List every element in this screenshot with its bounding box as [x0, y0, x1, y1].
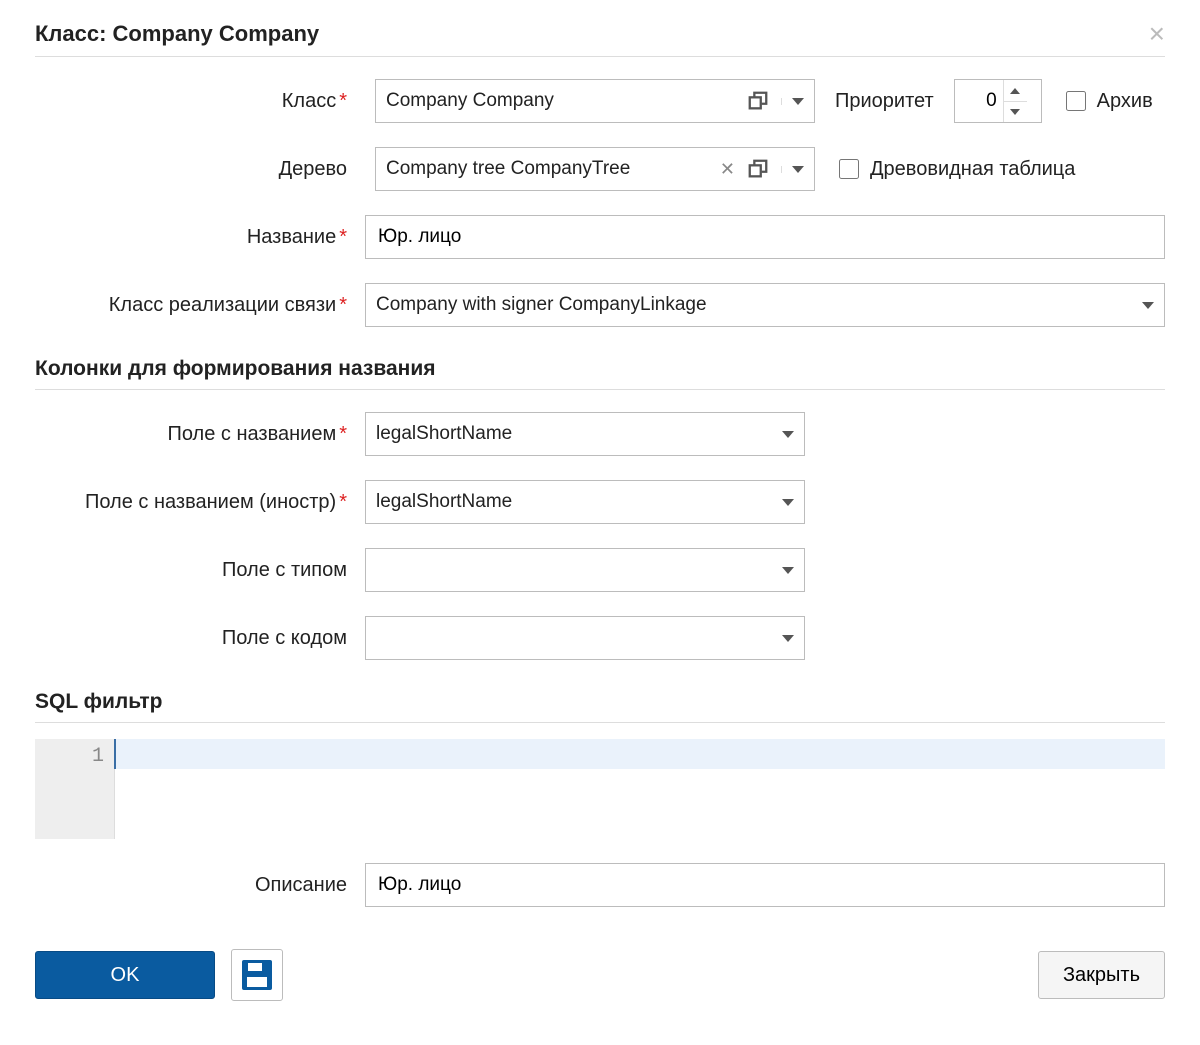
- tree-table-checkbox[interactable]: Древовидная таблица: [835, 156, 1075, 182]
- tree-combo[interactable]: Company tree CompanyTree ✕: [375, 147, 815, 191]
- name-field-foreign-value: legalShortName: [376, 491, 760, 513]
- chevron-down-icon[interactable]: [1132, 302, 1154, 309]
- code-field-label: Поле с кодом: [35, 627, 355, 650]
- archive-checkbox[interactable]: Архив: [1062, 88, 1153, 114]
- name-input-wrap[interactable]: [365, 215, 1165, 259]
- archive-label: Архив: [1097, 90, 1153, 113]
- editor-gutter: 1: [35, 739, 115, 839]
- section-name-columns: Колонки для формирования названия: [35, 333, 1165, 390]
- chevron-down-icon[interactable]: [781, 166, 804, 173]
- spinner-down-icon[interactable]: [1004, 101, 1027, 122]
- chevron-down-icon[interactable]: [781, 98, 804, 105]
- code-field-combo[interactable]: [365, 616, 805, 660]
- section-sql-filter: SQL фильтр: [35, 666, 1165, 723]
- description-input-wrap[interactable]: [365, 863, 1165, 907]
- description-input[interactable]: [376, 873, 1154, 897]
- popup-icon[interactable]: [747, 158, 769, 180]
- tree-label: Дерево: [35, 158, 355, 181]
- popup-icon[interactable]: [747, 90, 769, 112]
- tree-value: Company tree CompanyTree: [386, 158, 708, 180]
- type-field-combo[interactable]: [365, 548, 805, 592]
- name-field-label: Поле с названием*: [35, 423, 355, 446]
- name-field-foreign-label: Поле с названием (иностр)*: [35, 491, 355, 514]
- type-field-label: Поле с типом: [35, 559, 355, 582]
- chevron-down-icon[interactable]: [772, 499, 794, 506]
- save-button[interactable]: [231, 949, 283, 1001]
- dialog-title: Класс: Company Company: [35, 21, 319, 47]
- priority-input[interactable]: [955, 80, 1003, 122]
- class-value: Company Company: [386, 90, 739, 112]
- close-icon[interactable]: ×: [1149, 20, 1165, 48]
- name-label: Название*: [35, 226, 355, 249]
- editor-line[interactable]: [114, 739, 1165, 769]
- chevron-down-icon[interactable]: [772, 431, 794, 438]
- floppy-icon: [242, 960, 272, 990]
- class-label: Класс*: [35, 90, 355, 113]
- link-class-label: Класс реализации связи*: [35, 294, 355, 317]
- name-field-value: legalShortName: [376, 423, 760, 445]
- name-field-combo[interactable]: legalShortName: [365, 412, 805, 456]
- ok-button[interactable]: OK: [35, 951, 215, 999]
- chevron-down-icon[interactable]: [772, 635, 794, 642]
- description-label: Описание: [35, 874, 355, 897]
- link-class-combo[interactable]: Company with signer CompanyLinkage: [365, 283, 1165, 327]
- clear-icon[interactable]: ✕: [716, 159, 739, 180]
- class-combo[interactable]: Company Company: [375, 79, 815, 123]
- link-class-value: Company with signer CompanyLinkage: [376, 294, 1120, 316]
- tree-table-checkbox-input[interactable]: [839, 159, 859, 179]
- spinner-up-icon[interactable]: [1004, 80, 1027, 101]
- close-button[interactable]: Закрыть: [1038, 951, 1165, 999]
- name-field-foreign-combo[interactable]: legalShortName: [365, 480, 805, 524]
- sql-editor[interactable]: 1: [35, 739, 1165, 839]
- tree-table-label: Древовидная таблица: [870, 158, 1075, 181]
- priority-label: Приоритет: [835, 90, 934, 113]
- chevron-down-icon[interactable]: [772, 567, 794, 574]
- archive-checkbox-input[interactable]: [1066, 91, 1086, 111]
- name-input[interactable]: [376, 225, 1154, 249]
- priority-spinner[interactable]: [954, 79, 1042, 123]
